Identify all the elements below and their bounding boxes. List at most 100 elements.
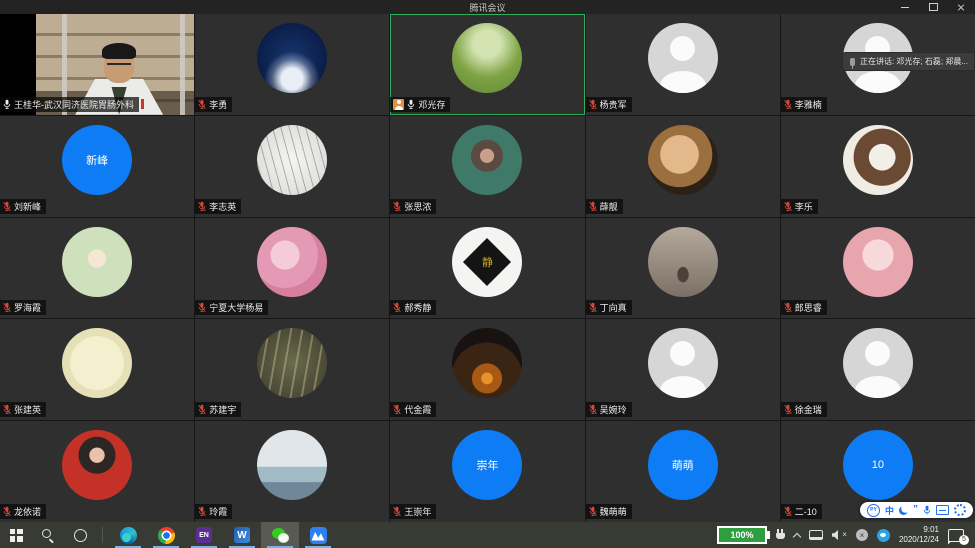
speaker-muted-icon[interactable] — [832, 529, 847, 541]
participant-avatar — [648, 227, 718, 297]
chevron-up-icon[interactable] — [793, 532, 801, 540]
participant-name-label: 宁夏大学杨易 — [195, 300, 268, 315]
person-head — [104, 49, 134, 83]
participant-name: 玲霞 — [209, 505, 227, 518]
participant-tile[interactable]: 李勇 — [195, 14, 389, 115]
participant-name: 刘新峰 — [14, 200, 41, 213]
chinese-mode-indicator[interactable]: 中 — [885, 504, 894, 517]
participant-name-label: 李雅楠 — [781, 97, 827, 112]
voice-input-icon[interactable] — [923, 505, 931, 516]
participant-tile[interactable]: 苏建宇 — [195, 319, 389, 420]
windows-start-icon — [10, 529, 23, 542]
battery-indicator[interactable]: 100% — [717, 526, 767, 544]
avatar-text: 崇年 — [476, 457, 498, 473]
participant-grid: 王桂华-武汉同济医院胃肠外科 李勇 邓光存 — [0, 14, 975, 522]
close-button[interactable] — [947, 0, 975, 14]
participant-tile[interactable]: 张建英 — [0, 319, 194, 420]
participant-tile[interactable]: 李志英 — [195, 116, 389, 217]
participant-tile[interactable]: 丁向真 — [586, 218, 780, 319]
search-button[interactable] — [32, 522, 64, 548]
participant-tile[interactable]: 宁夏大学杨易 — [195, 218, 389, 319]
microphone-icon — [198, 99, 206, 110]
start-button[interactable] — [0, 522, 32, 548]
punctuation-icon[interactable]: ” — [913, 507, 918, 513]
taskbar-app-edge[interactable] — [109, 522, 147, 548]
participant-name: 苏建宇 — [209, 403, 236, 416]
participant-avatar — [452, 23, 522, 93]
taskbar-app-chrome[interactable] — [147, 522, 185, 548]
participant-name-label: 郎思睿 — [781, 300, 827, 315]
blue-app-tray-icon[interactable] — [877, 529, 890, 542]
night-mode-icon[interactable] — [899, 506, 908, 515]
participant-name-label: 李志英 — [195, 199, 241, 214]
microphone-icon — [393, 404, 401, 415]
participant-avatar — [452, 328, 522, 398]
word-icon: W — [234, 527, 250, 543]
participant-name-label: 王桂华-武汉同济医院胃肠外科 — [0, 97, 139, 112]
participant-tile[interactable]: 静 郝秀静 — [390, 218, 584, 319]
participant-avatar — [843, 328, 913, 398]
notification-badge: 5 — [959, 535, 969, 545]
participant-tile[interactable]: 杨贵军 — [586, 14, 780, 115]
microphone-icon — [784, 201, 792, 212]
participant-tile[interactable]: 张思浓 — [390, 116, 584, 217]
participant-avatar: 新峰 — [62, 125, 132, 195]
keyboard-icon[interactable] — [936, 505, 949, 515]
participant-tile[interactable]: 崇年 王崇年 — [390, 421, 584, 522]
participant-name: 杨贵军 — [600, 98, 627, 111]
notification-center-icon[interactable]: 5 — [948, 529, 964, 542]
participant-tile[interactable]: 薛靓 — [586, 116, 780, 217]
microphone-icon — [198, 506, 206, 517]
participant-name: 代金霞 — [404, 403, 431, 416]
maximize-button[interactable] — [919, 0, 947, 14]
microphone-icon — [784, 302, 792, 313]
participant-tile[interactable]: 龙依诺 — [0, 421, 194, 522]
maximize-icon — [929, 3, 938, 11]
participant-tile[interactable]: 萌萌 魏萌萌 — [586, 421, 780, 522]
participant-tile[interactable]: 李乐 — [781, 116, 975, 217]
participant-name: 李雅楠 — [795, 98, 822, 111]
participant-tile[interactable]: 吴婉玲 — [586, 319, 780, 420]
participant-name: 郎思睿 — [795, 301, 822, 314]
chrome-icon — [158, 527, 175, 544]
participant-tile[interactable]: 新峰 刘新峰 — [0, 116, 194, 217]
touchpad-icon[interactable] — [809, 530, 823, 540]
participant-name: 张思浓 — [404, 200, 431, 213]
participant-tile[interactable]: 罗海霞 — [0, 218, 194, 319]
wechat-icon — [272, 528, 289, 543]
participant-avatar: 静 — [452, 227, 522, 297]
taskbar-app-wechat[interactable] — [261, 522, 299, 548]
participant-avatar — [257, 430, 327, 500]
participant-name: 王桂华-武汉同济医院胃肠外科 — [14, 98, 134, 111]
plug-icon[interactable] — [776, 529, 785, 542]
clock-date: 2020/12/24 — [899, 535, 939, 545]
taskbar-clock[interactable]: 9:01 2020/12/24 — [899, 525, 939, 545]
minimize-button[interactable] — [891, 0, 919, 14]
participant-tile[interactable]: 郎思睿 — [781, 218, 975, 319]
participant-avatar — [843, 227, 913, 297]
pinyin-logo-icon[interactable]: PY — [867, 504, 880, 517]
edge-icon — [120, 527, 137, 544]
participant-name-label: 龙依诺 — [0, 504, 46, 519]
participant-name: 吴婉玲 — [600, 403, 627, 416]
participant-tile[interactable]: 代金霞 — [390, 319, 584, 420]
participant-tile[interactable]: 王桂华-武汉同济医院胃肠外科 — [0, 14, 194, 115]
participant-tile[interactable]: 玲霞 — [195, 421, 389, 522]
microphone-icon — [407, 99, 415, 110]
participant-avatar: 萌萌 — [648, 430, 718, 500]
gray-close-icon[interactable]: × — [856, 529, 868, 541]
participant-tile[interactable]: 邓光存 — [390, 14, 584, 115]
taskbar-app-endnote[interactable]: EN — [185, 522, 223, 548]
microphone-icon — [198, 404, 206, 415]
taskbar-app-word[interactable]: W — [223, 522, 261, 548]
speaking-tooltip: 正在讲话: 邓光存; 石磊; 郑晨... — [842, 52, 975, 71]
battery-percent: 100% — [730, 530, 753, 540]
participant-avatar — [648, 328, 718, 398]
taskbar-separator — [102, 527, 103, 543]
participant-tile[interactable]: 徐金瑞 — [781, 319, 975, 420]
cortana-button[interactable] — [64, 522, 96, 548]
participant-name-label: 魏萌萌 — [586, 504, 632, 519]
settings-gear-icon[interactable] — [954, 504, 966, 516]
window-title: 腾讯会议 — [469, 1, 505, 14]
taskbar-app-tencent-meeting[interactable] — [299, 522, 337, 548]
